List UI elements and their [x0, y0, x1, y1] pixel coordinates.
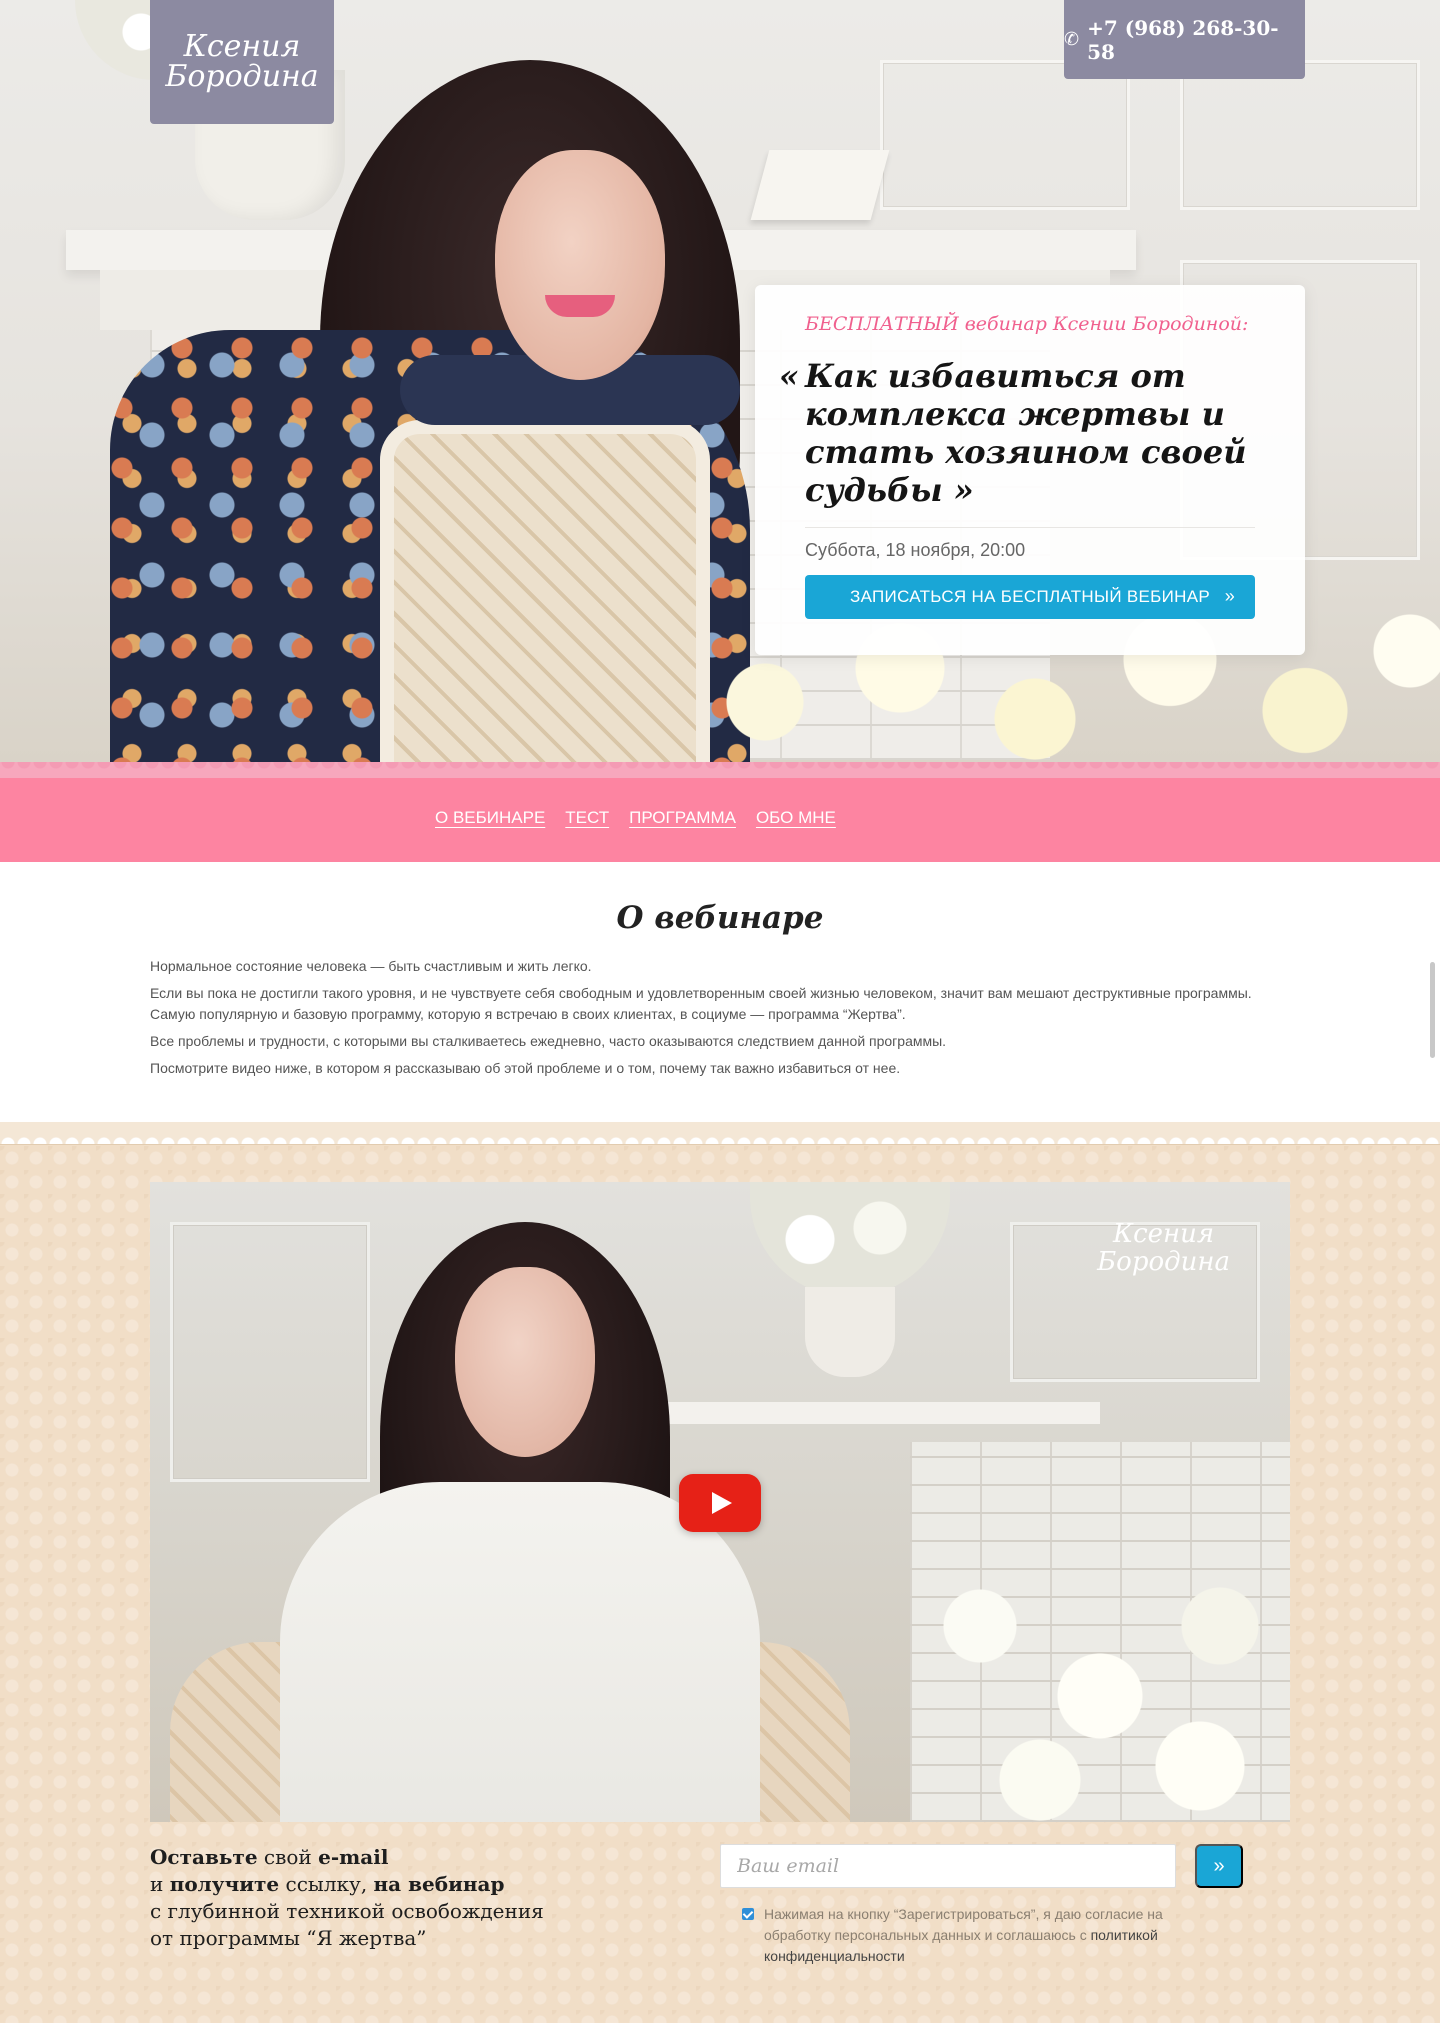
- close-quote: »: [953, 471, 974, 509]
- lace-border-line: [0, 1144, 1440, 1145]
- lace-border: [0, 1122, 1440, 1144]
- signup-pitch: Оставьте свой e-mail и получите ссылку, …: [150, 1844, 570, 1952]
- about-paragraph: Если вы пока не достигли такого уровня, …: [150, 985, 1252, 1022]
- site-logo[interactable]: Ксения Бородина: [150, 0, 334, 124]
- video-section: Ксения Бородина Оставьте свой e-mail и п…: [0, 1122, 1440, 2023]
- logo-line-2: Бородина: [165, 59, 319, 94]
- email-field[interactable]: [720, 1844, 1176, 1888]
- chevron-right-icon: »: [1213, 1854, 1225, 1877]
- nav-item-test[interactable]: ТЕСТ: [565, 808, 609, 828]
- book-decor: [750, 150, 890, 220]
- wall-panel: [1180, 60, 1420, 210]
- consent-row: Нажимая на кнопку “Зарегистрироваться”, …: [742, 1904, 1222, 1967]
- about-paragraph: Все проблемы и трудности, с которыми вы …: [150, 1033, 947, 1049]
- signup-text: ссылку,: [279, 1872, 374, 1896]
- webinar-card: БЕСПЛАТНЫЙ вебинар Ксении Бородиной: «Ка…: [755, 285, 1305, 655]
- webinar-title: «Как избавиться от комплекса жертвы и ст…: [779, 357, 1255, 509]
- video-photo-face: [455, 1267, 595, 1457]
- video-watermark-logo: Ксения Бородина: [1097, 1220, 1230, 1276]
- wall-panel: [170, 1222, 370, 1482]
- hero-photo-smile: [545, 295, 615, 317]
- webinar-eyebrow: БЕСПЛАТНЫЙ вебинар Ксении Бородиной:: [805, 313, 1249, 335]
- signup-line-1: Оставьте свой e-mail: [150, 1844, 570, 1871]
- video-player[interactable]: Ксения Бородина: [150, 1182, 1290, 1822]
- phone-number: +7 (968) 268-30-58: [1087, 15, 1279, 64]
- nav-item-about-webinar[interactable]: О ВЕБИНАРЕ: [435, 808, 545, 828]
- signup-text: свой: [257, 1845, 319, 1869]
- about-section-body: Нормальное состояние человека — быть сча…: [150, 956, 1290, 1085]
- open-quote: «: [779, 357, 799, 395]
- roses-decor: [900, 1542, 1290, 1822]
- play-icon: [712, 1492, 732, 1514]
- logo-text: Ксения Бородина: [165, 32, 318, 92]
- nav-list: О ВЕБИНАРЕ ТЕСТ ПРОГРАММА ОБО МНЕ: [435, 808, 836, 828]
- section-nav: О ВЕБИНАРЕ ТЕСТ ПРОГРАММА ОБО МНЕ: [0, 778, 1440, 862]
- nav-item-program[interactable]: ПРОГРАММА: [629, 808, 736, 828]
- chevron-right-icon: »: [1224, 586, 1235, 606]
- register-button-label: ЗАПИСАТЬСЯ НА БЕСПЛАТНЫЙ ВЕБИНАР: [850, 587, 1210, 606]
- card-divider: [805, 527, 1255, 528]
- nav-item-about-me[interactable]: ОБО МНЕ: [756, 808, 836, 828]
- logo-line-1: Ксения: [183, 29, 301, 64]
- phone-link[interactable]: ✆ +7 (968) 268-30-58: [1064, 0, 1305, 79]
- play-button[interactable]: [679, 1474, 761, 1532]
- hero-photo-face: [495, 150, 665, 380]
- webinar-title-text: Как избавиться от комплекса жертвы и ста…: [805, 357, 1247, 509]
- about-paragraph: Нормальное состояние человека — быть сча…: [150, 958, 592, 974]
- video-photo-blouse: [280, 1482, 760, 1822]
- hydrangea-decor: [750, 1182, 950, 1297]
- submit-email-button[interactable]: »: [1195, 1844, 1243, 1888]
- signup-line-4: от программы “Я жертва”: [150, 1926, 427, 1950]
- hero-section: Ксения Бородина ✆ +7 (968) 268-30-58 БЕС…: [0, 0, 1440, 762]
- consent-checkbox[interactable]: [742, 1908, 754, 1920]
- wall-panel: [880, 60, 1130, 210]
- consent-text: Нажимая на кнопку “Зарегистрироваться”, …: [764, 1904, 1222, 1967]
- signup-bold: на вебинар: [373, 1872, 505, 1896]
- scrollbar-thumb[interactable]: [1430, 962, 1435, 1058]
- webinar-date: Суббота, 18 ноября, 20:00: [805, 540, 1026, 560]
- video-logo-line-2: Бородина: [1097, 1247, 1230, 1277]
- about-paragraph: Посмотрите видео ниже, в котором я расск…: [150, 1060, 901, 1076]
- fireplace-mantel: [620, 1402, 1100, 1424]
- signup-bold: Оставьте: [150, 1845, 258, 1869]
- signup-bold: получите: [169, 1872, 280, 1896]
- signup-bold: e-mail: [318, 1845, 389, 1869]
- signup-text: и: [150, 1872, 170, 1896]
- lace-border: [0, 762, 1440, 778]
- signup-line-2: и получите ссылку, на вебинар: [150, 1871, 570, 1898]
- hero-photo-chair: [380, 420, 710, 762]
- vase-decor: [805, 1287, 895, 1377]
- signup-line-3: с глубинной техникой освобождения: [150, 1899, 544, 1923]
- register-webinar-button[interactable]: ЗАПИСАТЬСЯ НА БЕСПЛАТНЫЙ ВЕБИНАР »: [805, 575, 1255, 619]
- about-section-title: О вебинаре: [616, 900, 824, 936]
- phone-icon: ✆: [1064, 29, 1080, 49]
- video-logo-line-1: Ксения: [1112, 1219, 1215, 1249]
